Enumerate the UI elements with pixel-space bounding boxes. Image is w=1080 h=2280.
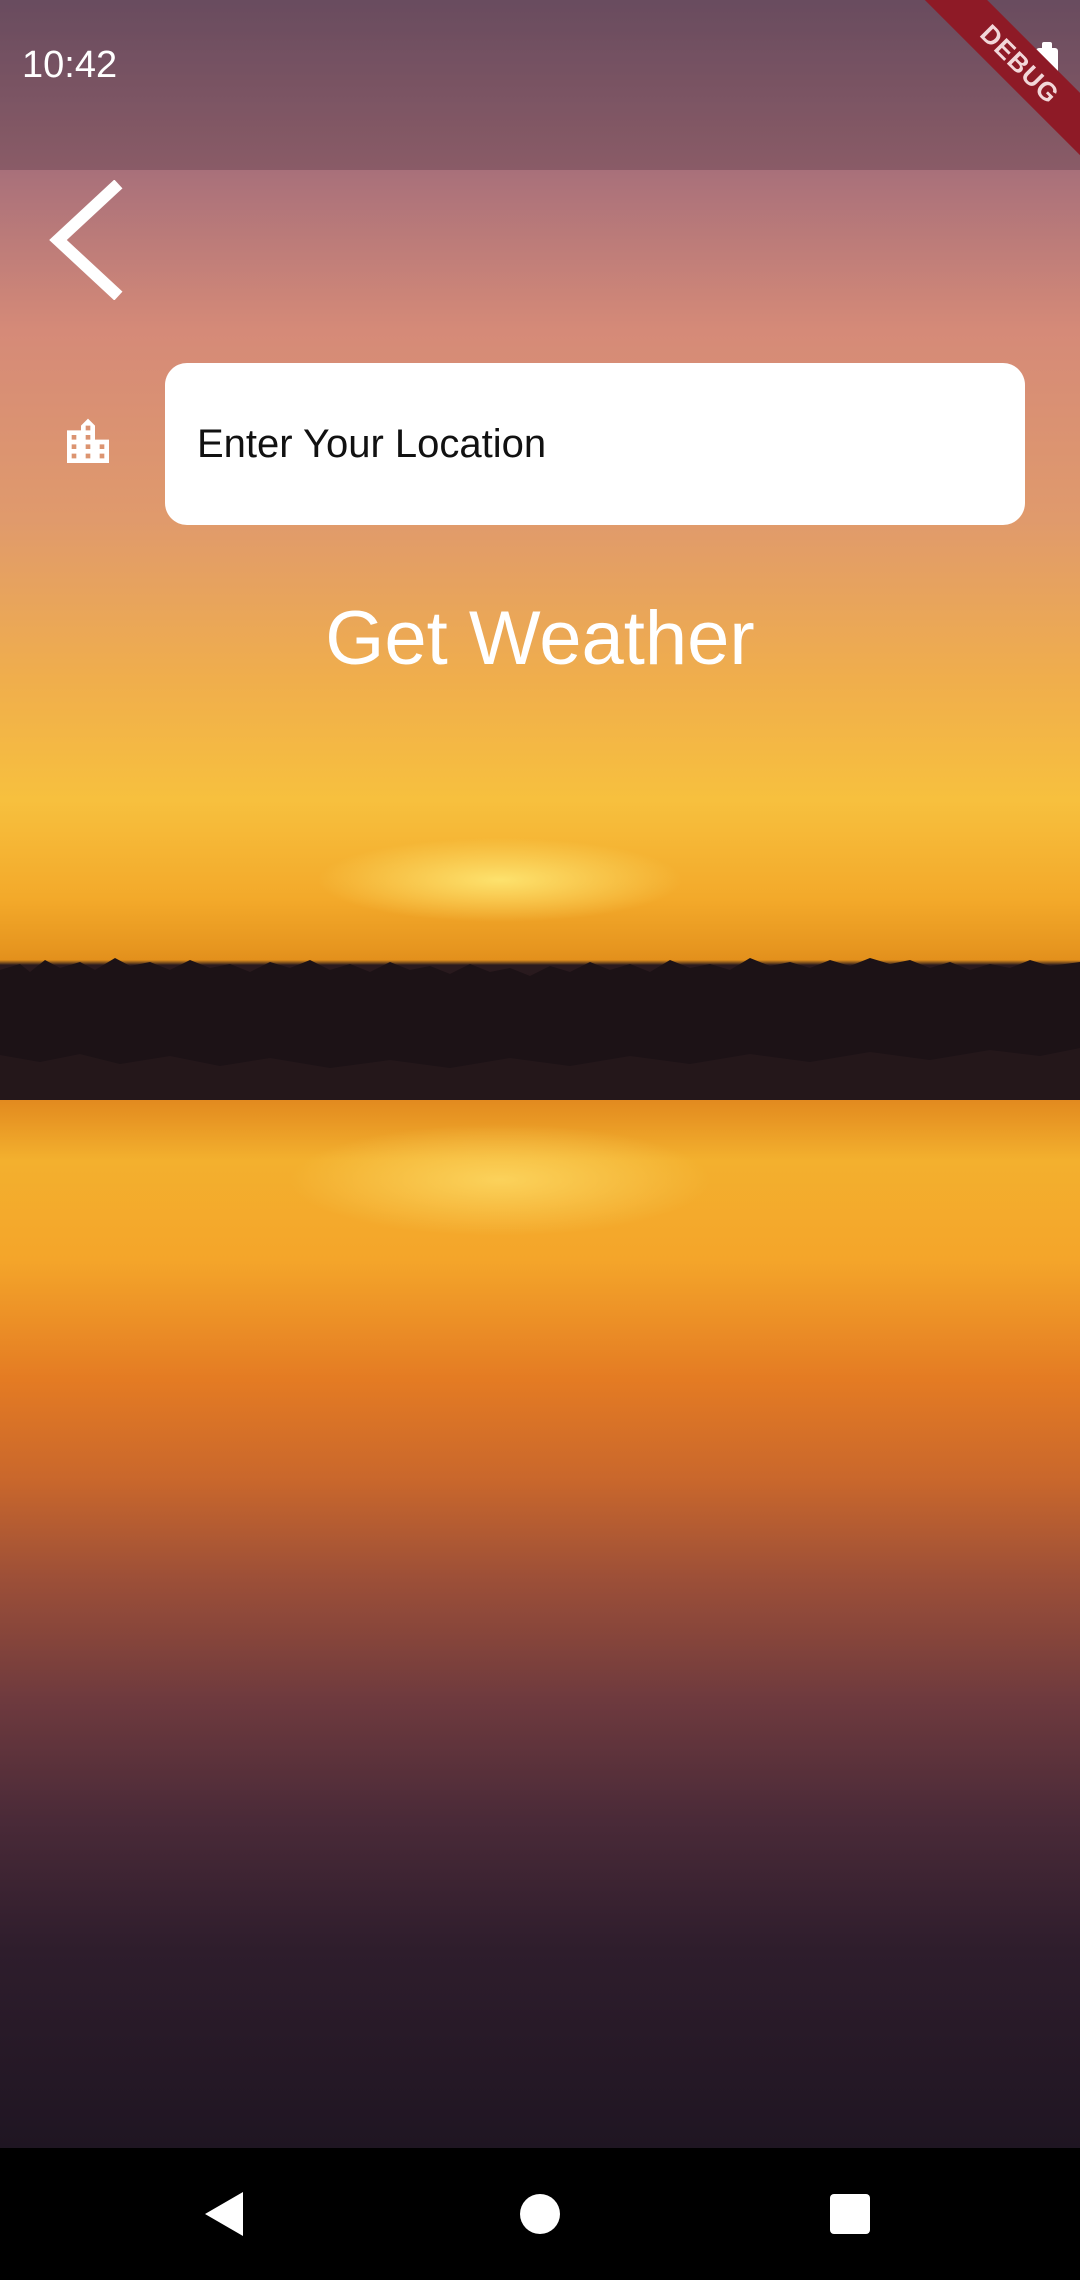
treeline-silhouette — [0, 958, 1080, 1100]
arrow-back-ios-icon — [49, 179, 123, 301]
nav-home-icon — [520, 2194, 560, 2234]
nav-back-button[interactable] — [165, 2148, 285, 2280]
location-input[interactable] — [165, 363, 1025, 525]
system-navigation-bar — [0, 2148, 1080, 2280]
weather-city-screen: 10:42 DEBUG Get Weather — [0, 0, 1080, 2280]
back-button[interactable] — [40, 179, 140, 301]
nav-recents-button[interactable] — [790, 2148, 910, 2280]
nav-home-button[interactable] — [480, 2148, 600, 2280]
nav-back-icon — [205, 2192, 243, 2236]
get-weather-button[interactable]: Get Weather — [0, 595, 1080, 682]
status-time: 10:42 — [22, 44, 118, 86]
location-city-icon — [67, 418, 109, 463]
nav-recents-icon — [830, 2194, 870, 2234]
status-bar: 10:42 — [0, 0, 1080, 170]
